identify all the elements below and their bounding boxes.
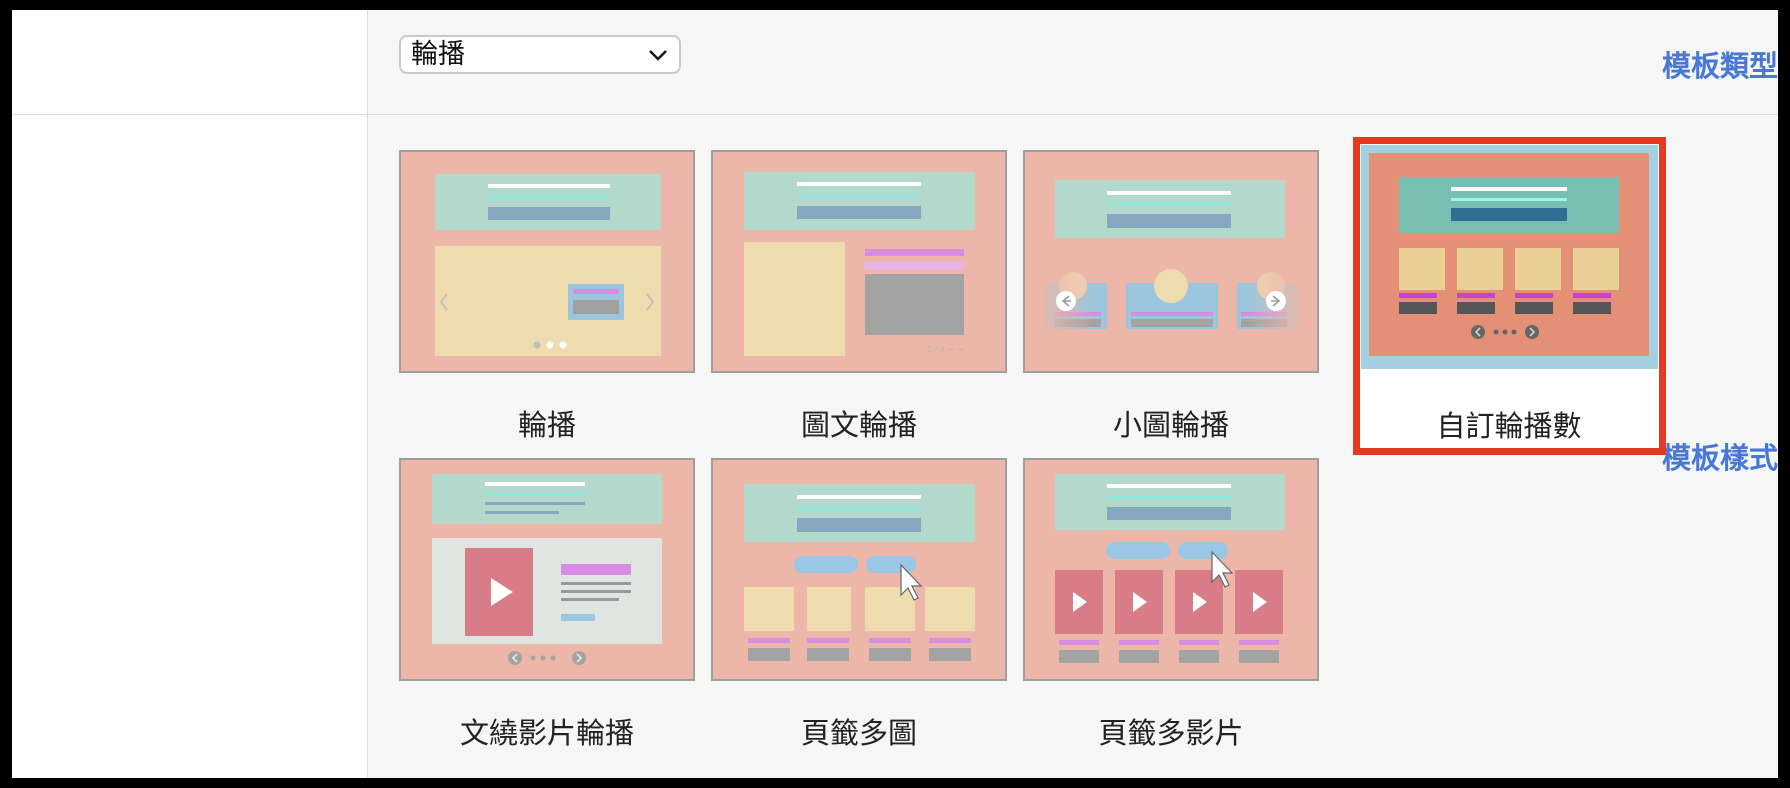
image-text-carousel-thumbnail: 1 / 4 ← → [744, 172, 975, 356]
template-caption: 圖文輪播 [800, 408, 917, 442]
text-wrap-video-carousel-thumbnail [432, 474, 662, 665]
template-type-selected-value: 輪播 [411, 39, 465, 70]
custom-carousel-count-thumbnail-frame [1361, 145, 1658, 369]
template-option-carousel[interactable] [399, 150, 695, 373]
template-caption: 自訂輪播數 [1436, 409, 1582, 443]
template-option-tabbed-multi-video[interactable] [1023, 458, 1319, 681]
template-settings-form: 模板類型 輪播 模板樣式 輪播 1 / 4 ← → 圖文輪播 小圖輪播 自訂輪播… [12, 10, 1778, 778]
template-caption: 頁籤多影片 [1098, 716, 1244, 750]
template-option-image-text-carousel[interactable]: 1 / 4 ← → [711, 150, 1007, 373]
chevron-down-icon [649, 50, 667, 61]
template-caption: 輪播 [517, 408, 576, 442]
carousel-thumbnail [435, 174, 661, 356]
template-caption: 小圖輪播 [1112, 408, 1229, 442]
template-type-label: 模板類型 [1661, 49, 1778, 83]
tabbed-multi-video-thumbnail [1055, 474, 1285, 663]
small-image-carousel-thumbnail [1035, 180, 1307, 342]
custom-carousel-count-thumbnail [1369, 153, 1649, 356]
template-option-text-wrap-video-carousel[interactable] [399, 458, 695, 681]
label-column [12, 10, 368, 778]
template-caption: 文繞影片輪播 [459, 716, 634, 750]
tabbed-multi-image-thumbnail [744, 484, 975, 661]
template-option-small-image-carousel[interactable] [1023, 150, 1319, 373]
template-type-select[interactable]: 輪播 [399, 35, 681, 74]
template-caption: 頁籤多圖 [800, 716, 917, 750]
row-divider [12, 114, 1778, 115]
svg-text:1 / 4 ← →: 1 / 4 ← → [927, 345, 964, 354]
template-option-tabbed-multi-image[interactable] [711, 458, 1007, 681]
